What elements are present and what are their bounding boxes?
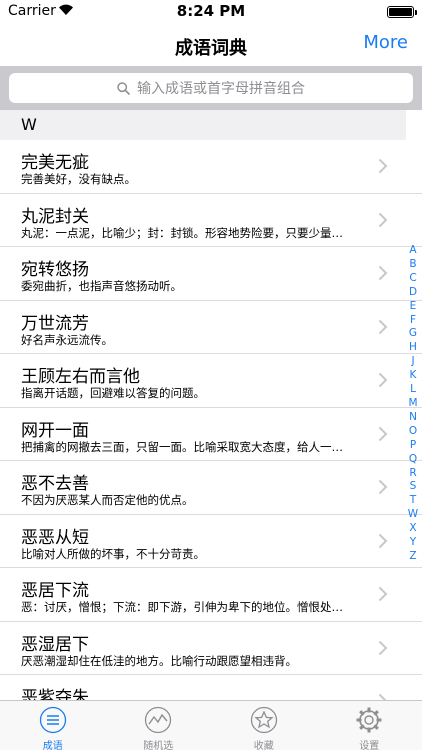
index-letter[interactable]: H [406,341,420,355]
chevron-right-icon [378,693,387,700]
list-item[interactable]: 王顾左右而言他 指离开话题，回避难以答复的问题。 [0,354,422,408]
list-item[interactable]: 万世流芳 好名声永远流传。 [0,301,422,354]
random-icon [145,706,172,734]
list-item[interactable]: 恶不去善 不因为厌恶某人而否定他的优点。 [0,461,422,515]
idiom-title: 万世流芳 [21,313,89,334]
idiom-title: 宛转悠扬 [21,260,89,280]
index-letter[interactable]: X [406,522,420,536]
index-letter[interactable]: J [406,355,420,369]
idiom-title: 恶湿居下 [21,634,89,655]
list-item[interactable]: 恶居下流 恶：讨厌，憎恨；下流：即下游，引伸为卑下的地位。憎恨处… [0,568,422,622]
list-item[interactable]: 丸泥封关 丸泥：一点泥，比喻少；封：封锁。形容地势险要，只要少量… [0,194,422,247]
chevron-right-icon [378,426,388,441]
index-letter[interactable]: K [406,369,420,383]
idiom-definition: 不因为厌恶某人而否定他的优点。 [21,493,194,507]
search-bar: 输入成语或首字母拼音组合 [0,66,422,110]
list-icon [39,706,66,734]
navigation-bar: 成语词典 More [0,24,422,66]
list-item[interactable]: 网开一面 把捕禽的网撤去三面，只留一面。比喻采取宽大态度，给人一… [0,408,422,461]
index-letter[interactable]: W [406,508,420,522]
index-letter[interactable]: T [406,494,420,508]
index-letter[interactable]: S [406,480,420,494]
idiom-definition: 厌恶潮湿却住在低洼的地方。比喻行动跟愿望相违背。 [21,653,297,668]
idiom-definition: 完善美好，没有缺点。 [21,172,136,186]
gear-icon [356,707,382,733]
tab-2[interactable]: 收藏 [211,701,317,750]
idiom-title: 丸泥封关 [21,206,89,227]
tab-label: 收藏 [253,741,274,750]
tab-label: 成语 [42,741,63,750]
chevron-right-icon [378,533,388,548]
list-item[interactable]: 完美无疵 完善美好，没有缺点。 [0,140,422,194]
tab-1[interactable]: 随机选 [106,701,212,750]
more-button[interactable]: More [363,32,408,53]
index-letter[interactable]: R [406,467,420,481]
tab-label: 随机选 [143,741,174,750]
index-letter[interactable]: B [406,258,420,272]
index-letter[interactable]: Q [406,453,420,467]
status-time: 8:24 PM [176,2,246,20]
index-letter[interactable]: Y [406,536,420,550]
idiom-definition: 把捕禽的网撤去三面，只留一面。比喻采取宽大态度，给人一… [21,439,343,454]
idiom-title: 恶居下流 [21,581,89,601]
idiom-definition: 比喻对人所做的坏事，不十分苛责。 [21,546,205,561]
index-letter[interactable]: Z [406,550,420,564]
index-letter[interactable]: N [406,411,420,425]
idiom-definition: 好名声永远流传。 [21,332,113,347]
list-item[interactable]: 恶恶从短 比喻对人所做的坏事，不十分苛责。 [0,515,422,568]
battery-level [389,8,412,16]
index-letter[interactable]: D [406,286,420,300]
index-letter[interactable]: L [406,383,420,397]
alphabet-index[interactable]: ABCDEFGHJKLMNOPQRSTWXYZ [406,244,420,564]
index-letter[interactable]: G [406,327,420,341]
page-title: 成语词典 [175,38,247,59]
tab-3[interactable]: 设置 [317,701,422,750]
idiom-list: 完美无疵 完善美好，没有缺点。 丸泥封关 丸泥：一点泥，比喻少；封：封锁。形容地势险要… [0,140,422,700]
idiom-definition: 委宛曲折，也指声音悠扬动听。 [21,279,182,293]
tab-0[interactable]: 成语 [0,701,106,750]
idiom-title: 恶恶从短 [21,527,89,548]
idiom-title: 完美无疵 [21,153,89,173]
chevron-right-icon [378,586,388,602]
chevron-right-icon [378,265,388,281]
chevron-right-icon [378,212,388,227]
idiom-definition: 指离开话题，回避难以答复的问题。 [21,386,205,400]
index-letter[interactable]: M [406,397,420,411]
list-item[interactable]: 恶紫夺朱 [0,675,422,700]
idiom-title: 恶紫夺朱 [21,688,89,700]
section-header: W [0,110,406,140]
idiom-title: 恶不去善 [21,474,89,494]
chevron-right-icon [378,158,388,174]
idiom-title: 王顾左右而言他 [21,367,140,387]
chevron-right-icon [378,319,388,334]
battery-icon [387,6,417,18]
index-letter[interactable]: F [406,314,420,328]
index-letter[interactable]: P [406,439,420,453]
tab-bar: 成语 随机选 收藏 设置 [0,700,422,750]
tab-label: 设置 [359,741,380,750]
status-bar: Carrier 8:24 PM [0,0,422,24]
star-icon [250,706,277,734]
chevron-right-icon [378,640,388,655]
search-placeholder: 输入成语或首字母拼音组合 [137,81,305,97]
idiom-definition: 丸泥：一点泥，比喻少；封：封锁。形容地势险要，只要少量… [21,225,343,240]
index-letter[interactable]: A [406,244,420,258]
idiom-title: 网开一面 [21,420,89,441]
chevron-right-icon [378,479,388,495]
chevron-right-icon [378,372,388,388]
idiom-definition: 恶：讨厌，憎恨；下流：即下游，引伸为卑下的地位。憎恨处… [21,600,343,614]
search-icon [117,81,130,95]
list-item[interactable]: 恶湿居下 厌恶潮湿却住在低洼的地方。比喻行动跟愿望相违背。 [0,622,422,675]
index-letter[interactable]: E [406,300,420,314]
list-item[interactable]: 宛转悠扬 委宛曲折，也指声音悠扬动听。 [0,247,422,301]
search-input[interactable]: 输入成语或首字母拼音组合 [9,73,413,103]
index-letter[interactable]: O [406,425,420,439]
index-letter[interactable]: C [406,272,420,286]
